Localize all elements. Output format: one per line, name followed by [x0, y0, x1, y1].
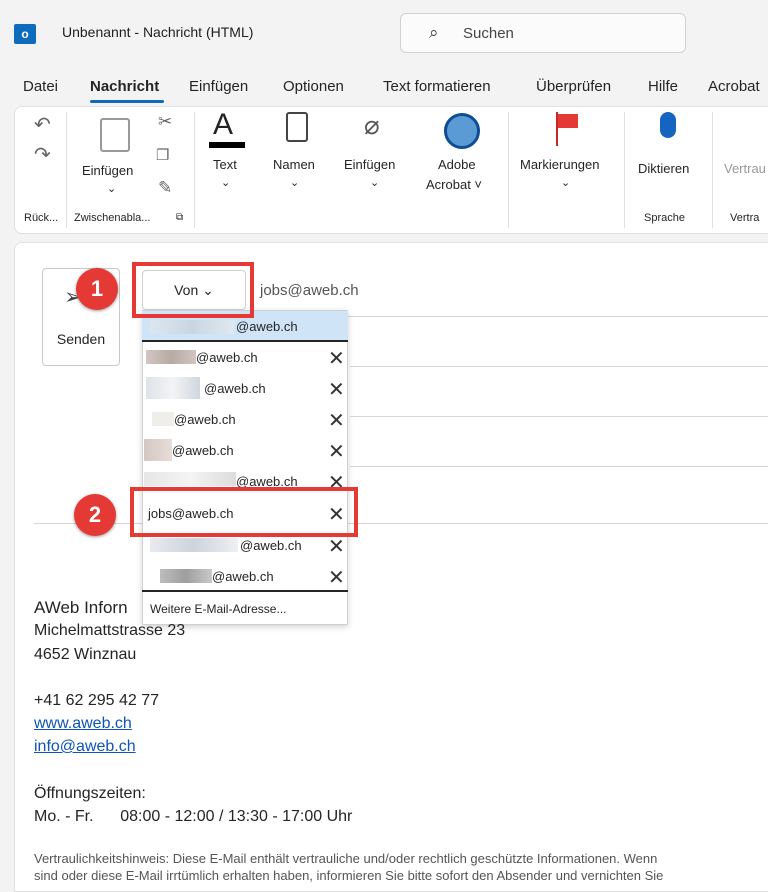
search-label: Suchen: [463, 25, 514, 42]
outlook-logo-icon: o: [14, 24, 36, 44]
subject-divider: [350, 466, 768, 467]
ribbon-separator: [508, 112, 509, 228]
microphone-icon: [660, 112, 676, 138]
paste-dropdown-icon[interactable]: ⌄: [107, 180, 116, 198]
acrobat-label[interactable]: Acrobat ˅: [426, 176, 482, 194]
signature-web-link[interactable]: www.aweb.ch: [34, 715, 132, 733]
remove-icon[interactable]: ✕: [328, 408, 345, 433]
flags-dropdown-icon[interactable]: ⌄: [561, 174, 570, 192]
remove-icon[interactable]: ✕: [328, 439, 345, 464]
adobe-acrobat-icon: [444, 113, 480, 149]
remove-icon[interactable]: ✕: [328, 565, 345, 590]
search-icon: ⌕: [429, 23, 439, 42]
callout-badge-1: 1: [76, 268, 118, 310]
blurred-name: [144, 439, 172, 461]
hours-text: Mo. - Fr. 08:00 - 12:00 / 13:30 - 17:00 …: [34, 808, 353, 825]
group-speech-label: Sprache: [644, 212, 685, 224]
blurred-name: [152, 412, 174, 426]
signature-phone: +41 62 295 42 77: [34, 692, 160, 709]
blurred-name: [146, 377, 200, 399]
callout-box-2: [130, 487, 358, 537]
blurred-name: [150, 320, 234, 334]
flag-icon: [558, 114, 578, 128]
hours-title: Öffnungszeiten:: [34, 785, 146, 802]
active-tab-indicator: [90, 100, 164, 103]
group-confidential-label: Vertra: [730, 212, 760, 224]
paste-button[interactable]: Einfügen: [82, 162, 133, 180]
tab-nachricht[interactable]: Nachricht: [90, 78, 159, 95]
font-color-bar: [209, 142, 245, 148]
tab-optionen[interactable]: Optionen: [283, 78, 344, 95]
dialog-launcher-icon[interactable]: ⧉: [176, 212, 183, 223]
group-clipboard-label: Zwischenabla...: [74, 212, 151, 224]
tab-acrobat[interactable]: Acrobat: [708, 78, 760, 95]
disclaimer-line-2: sind oder diese E-Mail irrtümlich erhalt…: [34, 868, 664, 883]
to-divider: [350, 366, 768, 367]
dropdown-item[interactable]: @aweb.ch ✕: [142, 435, 348, 466]
font-color-icon: A: [213, 108, 234, 141]
insert-button[interactable]: Einfügen: [344, 156, 395, 174]
signature-city: 4652 Winznau: [34, 646, 137, 663]
blurred-name: [146, 350, 196, 364]
attachment-icon: ⌀: [364, 110, 380, 140]
blurred-name: [160, 569, 212, 583]
signature-mail-link[interactable]: info@aweb.ch: [34, 738, 136, 756]
disclaimer-line-1: Vertraulichkeitshinweis: Diese E-Mail en…: [34, 851, 658, 866]
adobe-label[interactable]: Adobe: [438, 156, 476, 174]
ribbon-separator: [712, 112, 713, 228]
address-book-icon: [286, 112, 308, 142]
undo-icon[interactable]: ↶: [34, 112, 51, 137]
from-email: jobs@aweb.ch: [260, 282, 359, 299]
blurred-name: [144, 472, 236, 486]
text-button[interactable]: Text: [213, 156, 237, 174]
send-label: Senden: [56, 331, 106, 347]
names-button[interactable]: Namen: [273, 156, 315, 174]
clipboard-icon: [100, 118, 130, 152]
callout-badge-2: 2: [74, 494, 116, 536]
search-input[interactable]: ⌕ Suchen: [400, 13, 686, 53]
group-undo-label: Rück...: [24, 212, 59, 224]
flags-button[interactable]: Markierungen: [520, 156, 600, 174]
confidential-button[interactable]: Vertrau: [724, 160, 766, 178]
signature-company: AWeb Inforn: [34, 598, 128, 617]
scissors-icon[interactable]: ✂: [158, 112, 172, 132]
ribbon-separator: [624, 112, 625, 228]
signature-street: Michelmattstrasse 23: [34, 622, 186, 639]
remove-icon[interactable]: ✕: [328, 470, 345, 488]
text-dropdown-icon[interactable]: ⌄: [221, 174, 230, 192]
remove-icon[interactable]: ✕: [328, 346, 345, 371]
dropdown-item[interactable]: @aweb.ch ✕: [142, 342, 348, 373]
dropdown-item[interactable]: @aweb.ch ✕: [142, 466, 348, 488]
remove-icon[interactable]: ✕: [328, 377, 345, 402]
ribbon-separator: [66, 112, 67, 228]
redo-icon[interactable]: ↷: [34, 142, 51, 167]
copy-icon[interactable]: ❐: [156, 146, 169, 164]
names-dropdown-icon[interactable]: ⌄: [290, 174, 299, 192]
ribbon-separator: [194, 112, 195, 228]
blurred-name: [150, 538, 238, 552]
cc-divider: [350, 416, 768, 417]
tab-ueberpruefen[interactable]: Überprüfen: [536, 78, 611, 95]
callout-box-1: [132, 262, 254, 318]
tab-text-formatieren[interactable]: Text formatieren: [383, 78, 491, 95]
remove-icon[interactable]: ✕: [328, 534, 345, 559]
window-title: Unbenannt - Nachricht (HTML): [62, 24, 254, 40]
format-painter-icon[interactable]: ✎: [158, 178, 172, 198]
dropdown-item[interactable]: @aweb.ch ✕: [142, 373, 348, 404]
insert-dropdown-icon[interactable]: ⌄: [370, 174, 379, 192]
tab-datei[interactable]: Datei: [23, 78, 58, 95]
tab-einfuegen[interactable]: Einfügen: [189, 78, 248, 95]
tab-hilfe[interactable]: Hilfe: [648, 78, 678, 95]
dictate-button[interactable]: Diktieren: [638, 160, 689, 178]
more-addresses-item[interactable]: Weitere E-Mail-Adresse...: [142, 594, 348, 625]
dropdown-item[interactable]: @aweb.ch ✕: [142, 404, 348, 435]
dropdown-item[interactable]: @aweb.ch ✕: [142, 561, 348, 592]
